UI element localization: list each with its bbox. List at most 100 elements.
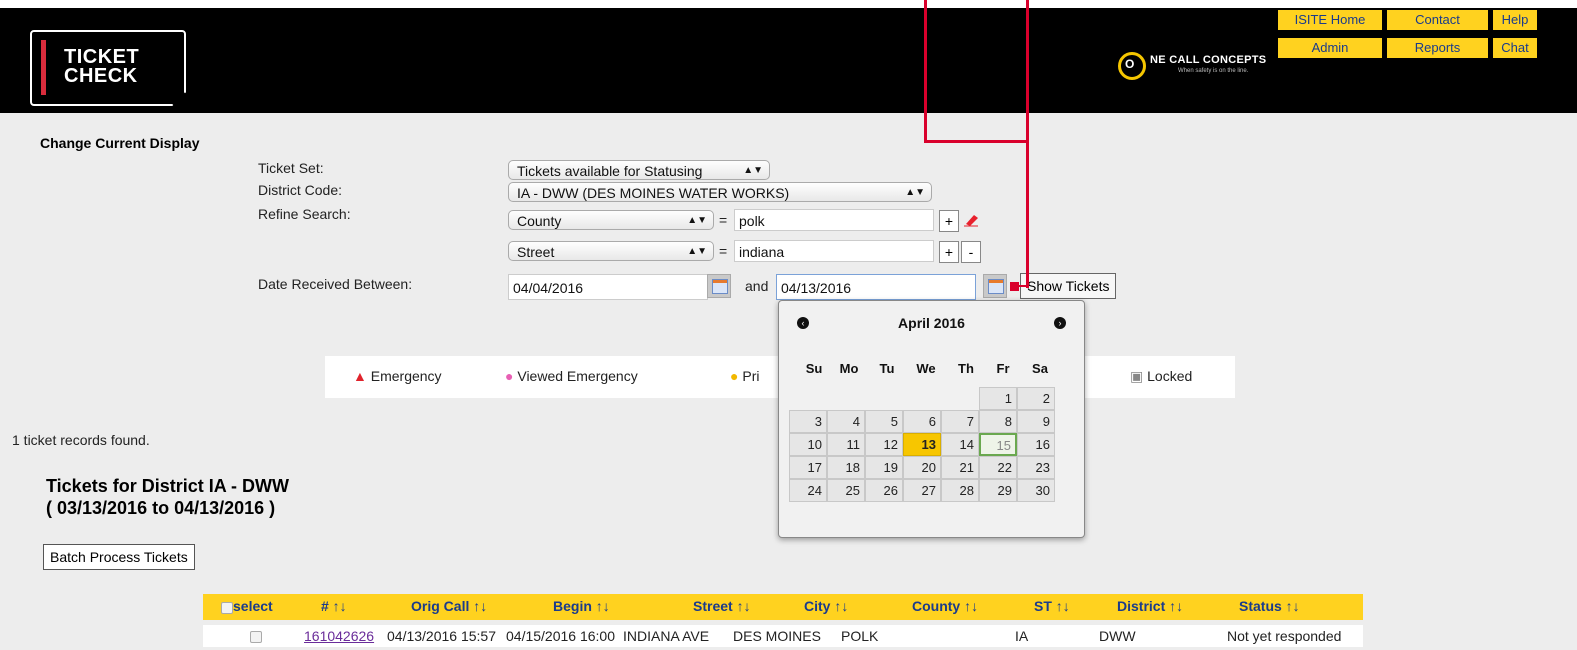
nav-isite-home[interactable]: ISITE Home: [1278, 10, 1382, 30]
calendar-day-11[interactable]: 11: [827, 433, 865, 456]
legend-priority: ● Pri: [730, 368, 760, 384]
refine2-value-input[interactable]: indiana: [734, 240, 934, 262]
logo-text: TICKET CHECK: [64, 46, 140, 87]
date-received-label: Date Received Between:: [258, 276, 413, 292]
calendar-day-7[interactable]: 7: [941, 410, 979, 433]
add-refine-button[interactable]: +: [939, 241, 959, 263]
calendar-day-14[interactable]: 14: [941, 433, 979, 456]
select-all-checkbox[interactable]: [221, 602, 233, 614]
refine2-field-select[interactable]: Street ▲▼: [508, 241, 714, 261]
equals-sign: =: [719, 243, 728, 259]
cell-status: Not yet responded: [1227, 628, 1342, 644]
date-picker-popup: ‹ April 2016 › Su Mo Tu We Th Fr Sa 1234…: [778, 300, 1085, 538]
calendar-day-23[interactable]: 23: [1017, 456, 1055, 479]
add-refine-button[interactable]: +: [939, 210, 959, 232]
col-county[interactable]: County ↑↓: [912, 598, 978, 614]
cell-district: DWW: [1099, 628, 1136, 644]
district-label: District Code:: [258, 182, 343, 198]
calendar-day-24[interactable]: 24: [789, 479, 827, 502]
cell-county: POLK: [841, 628, 879, 644]
date-to-input[interactable]: 04/13/2016: [776, 274, 976, 300]
day-name: Tu: [879, 361, 895, 376]
calendar-day-3[interactable]: 3: [789, 410, 827, 433]
day-name: Th: [958, 361, 974, 376]
table-row: 161042626 04/13/2016 15:57 04/15/2016 16…: [203, 625, 1363, 647]
calendar-day-4[interactable]: 4: [827, 410, 865, 433]
legend-emergency: ▲ Emergency: [353, 368, 442, 384]
occ-ring-icon: O: [1118, 52, 1146, 80]
annotation-line: [1026, 0, 1029, 145]
nav-admin[interactable]: Admin: [1278, 38, 1382, 58]
warning-icon: ▲: [353, 368, 367, 384]
remove-refine-button[interactable]: -: [961, 241, 981, 263]
col-select[interactable]: select: [233, 598, 273, 614]
refine1-value-input[interactable]: polk: [734, 209, 934, 231]
col-status[interactable]: Status ↑↓: [1239, 598, 1300, 614]
calendar-day-26[interactable]: 26: [865, 479, 903, 502]
col-begin[interactable]: Begin ↑↓: [553, 598, 610, 614]
day-name: We: [916, 361, 936, 376]
select-arrow-icon: ▲▼: [687, 215, 707, 226]
show-tickets-button[interactable]: Show Tickets: [1020, 273, 1117, 299]
col-district[interactable]: District ↑↓: [1117, 598, 1183, 614]
ticket-set-label: Ticket Set:: [258, 160, 324, 176]
refine1-field-select[interactable]: County ▲▼: [508, 210, 714, 230]
refine-label: Refine Search:: [258, 206, 351, 222]
annotation-line: [1026, 142, 1029, 288]
calendar-day-28[interactable]: 28: [941, 479, 979, 502]
calendar-day-8[interactable]: 8: [979, 410, 1017, 433]
calendar-day-29[interactable]: 29: [979, 479, 1017, 502]
batch-process-button[interactable]: Batch Process Tickets: [43, 544, 195, 570]
calendar-day-15[interactable]: 15: [979, 433, 1017, 456]
calendar-day-5[interactable]: 5: [865, 410, 903, 433]
calendar-day-1[interactable]: 1: [979, 387, 1017, 410]
calendar-day-27[interactable]: 27: [903, 479, 941, 502]
calendar-day-2[interactable]: 2: [1017, 387, 1055, 410]
calendar-day-12[interactable]: 12: [865, 433, 903, 456]
lock-icon: ▣: [1130, 368, 1144, 384]
calendar-day-13[interactable]: 13: [903, 433, 941, 456]
calendar-day-25[interactable]: 25: [827, 479, 865, 502]
calendar-day-16[interactable]: 16: [1017, 433, 1055, 456]
calendar-day-9[interactable]: 9: [1017, 410, 1055, 433]
top-strip: [0, 0, 1577, 8]
panel-title: Change Current Display: [40, 135, 200, 151]
calendar-day-19[interactable]: 19: [865, 456, 903, 479]
date-from-input[interactable]: 04/04/2016: [508, 274, 708, 300]
date-from-calendar-button[interactable]: [707, 274, 731, 298]
calendar-day-22[interactable]: 22: [979, 456, 1017, 479]
calendar-day-10[interactable]: 10: [789, 433, 827, 456]
occ-tagline: When safety is on the line.: [1178, 68, 1249, 74]
ticket-check-logo[interactable]: TICKET CHECK: [30, 30, 198, 118]
calendar-icon: [712, 279, 728, 294]
col-orig-call[interactable]: Orig Call ↑↓: [411, 598, 487, 614]
district-select[interactable]: IA - DWW (DES MOINES WATER WORKS) ▲▼: [508, 182, 932, 202]
col-city[interactable]: City ↑↓: [804, 598, 848, 614]
records-count: 1 ticket records found.: [12, 432, 150, 448]
col-number[interactable]: # ↑↓: [321, 598, 347, 614]
nav-help[interactable]: Help: [1493, 10, 1537, 30]
annotation-line: [1018, 285, 1028, 287]
annotation-line: [924, 140, 1029, 143]
nav-contact[interactable]: Contact: [1387, 10, 1488, 30]
eraser-icon[interactable]: [962, 212, 980, 228]
select-arrow-icon: ▲▼: [905, 187, 925, 198]
ticket-set-select[interactable]: Tickets available for Statusing ▲▼: [508, 160, 770, 180]
nav-reports[interactable]: Reports: [1387, 38, 1488, 58]
col-st[interactable]: ST ↑↓: [1034, 598, 1070, 614]
calendar-day-21[interactable]: 21: [941, 456, 979, 479]
next-month-button[interactable]: ›: [1054, 317, 1066, 329]
calendar-day-30[interactable]: 30: [1017, 479, 1055, 502]
calendar-month-label: April 2016: [898, 315, 965, 331]
calendar-day-18[interactable]: 18: [827, 456, 865, 479]
calendar-day-17[interactable]: 17: [789, 456, 827, 479]
row-select-checkbox[interactable]: [250, 631, 262, 643]
calendar-icon: [988, 279, 1004, 294]
calendar-day-20[interactable]: 20: [903, 456, 941, 479]
calendar-day-6[interactable]: 6: [903, 410, 941, 433]
date-to-calendar-button[interactable]: [983, 274, 1007, 298]
ticket-number-link[interactable]: 161042626: [304, 628, 374, 644]
col-street[interactable]: Street ↑↓: [693, 598, 751, 614]
select-arrow-icon: ▲▼: [687, 246, 707, 257]
nav-chat[interactable]: Chat: [1493, 38, 1537, 58]
